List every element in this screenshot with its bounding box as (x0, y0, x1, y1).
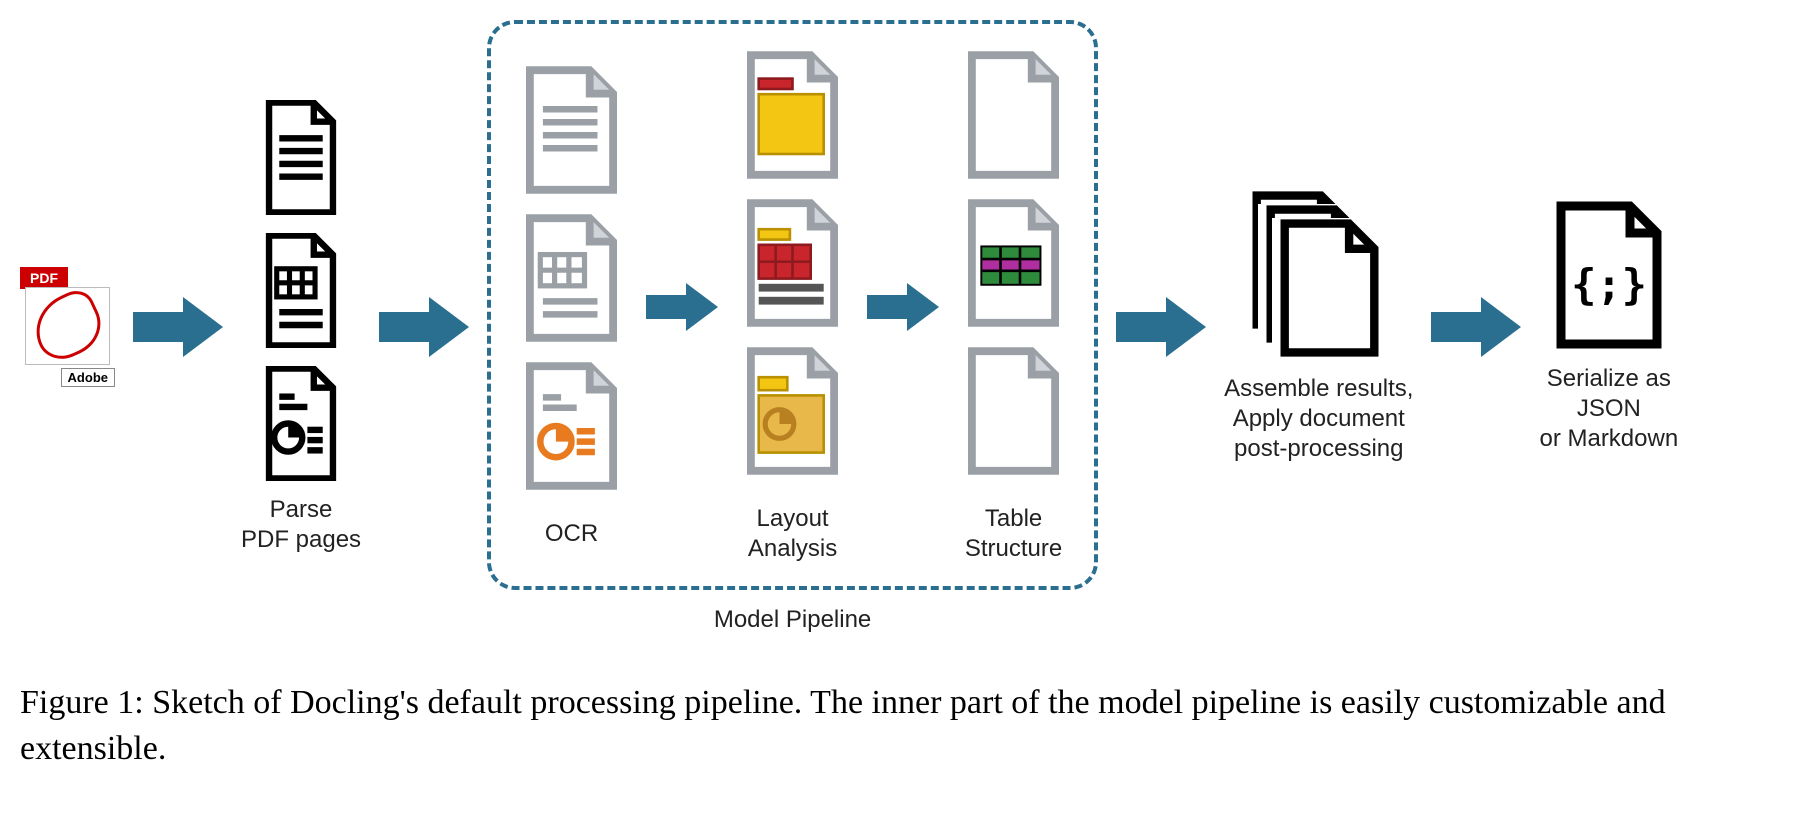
pdf-brand-label: Adobe (61, 368, 115, 387)
column-table-label: Table Structure (965, 504, 1062, 564)
column-layout-label: Layout Analysis (748, 504, 837, 564)
table-page-grid-icon (961, 198, 1066, 328)
input-pdf: PDF Adobe (20, 267, 115, 387)
arrow-icon (646, 278, 718, 336)
column-ocr: OCR (519, 65, 624, 549)
column-layout: Layout Analysis (740, 50, 845, 564)
arrow-icon (379, 292, 469, 362)
svg-text:{;}: {;} (1571, 260, 1647, 309)
arrow-icon (867, 278, 939, 336)
arrow-icon (1116, 292, 1206, 362)
column-table: Table Structure (961, 50, 1066, 564)
doc-table-icon (256, 233, 346, 348)
figure-caption: Figure 1: Sketch of Docling's default pr… (20, 680, 1775, 772)
table-page-blank-icon (961, 346, 1066, 476)
ocr-page-text-icon (519, 65, 624, 195)
layout-page-chart-icon (740, 346, 845, 476)
pipeline-flow: PDF Adobe Parse PDF pages (20, 20, 1775, 634)
pdf-icon: PDF Adobe (20, 267, 115, 387)
stage-serialize-label: Serialize as JSON or Markdown (1539, 364, 1678, 454)
document-stack-icon (1244, 190, 1394, 360)
layout-page-table-icon (740, 198, 845, 328)
stage-serialize: {;} Serialize as JSON or Markdown (1539, 200, 1678, 454)
arrow-icon (133, 292, 223, 362)
pipeline-label: Model Pipeline (714, 606, 871, 634)
doc-chart-icon (256, 366, 346, 481)
stage-assemble-label: Assemble results, Apply document post-pr… (1224, 374, 1413, 464)
doc-text-icon (256, 100, 346, 215)
column-ocr-label: OCR (545, 519, 598, 549)
json-file-icon: {;} (1549, 200, 1669, 350)
stage-parse: Parse PDF pages (241, 100, 361, 555)
pipeline-dashed-box: OCR Layout Analysis (487, 20, 1098, 590)
stage-assemble: Assemble results, Apply document post-pr… (1224, 190, 1413, 464)
table-page-blank-icon (961, 50, 1066, 180)
stage-parse-label: Parse PDF pages (241, 495, 361, 555)
arrow-icon (1431, 292, 1521, 362)
pdf-swirl-icon (25, 287, 110, 365)
ocr-page-chart-icon (519, 361, 624, 491)
layout-page-text-icon (740, 50, 845, 180)
ocr-page-table-icon (519, 213, 624, 343)
pdf-badge: PDF (20, 267, 68, 289)
stage-model-pipeline: OCR Layout Analysis (487, 20, 1098, 634)
